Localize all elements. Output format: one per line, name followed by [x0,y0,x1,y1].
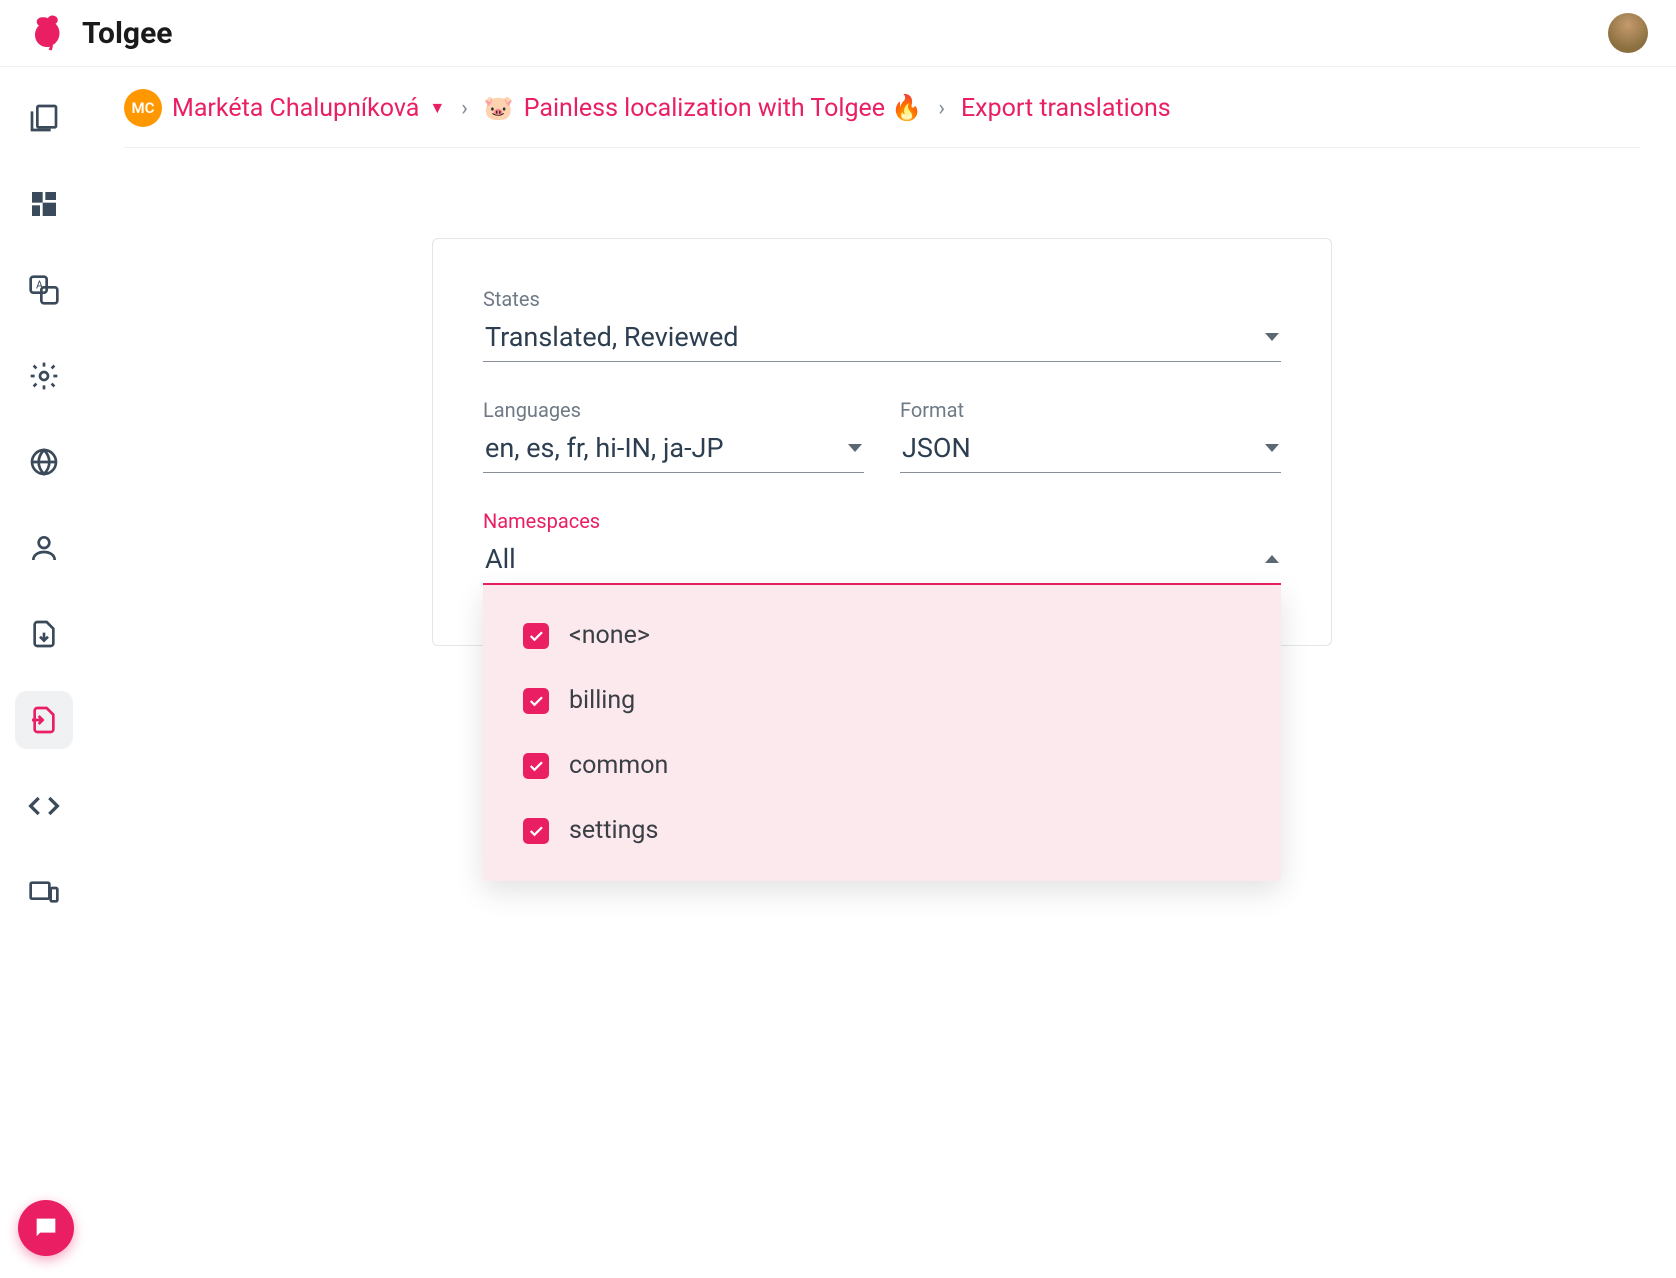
sidebar-item-devices[interactable] [15,863,73,921]
namespace-option[interactable]: common [483,733,1281,798]
sidebar-item-integrations[interactable] [15,777,73,835]
sidebar: A [0,67,88,921]
sidebar-item-languages[interactable] [15,433,73,491]
option-label: settings [569,816,658,845]
breadcrumb-page-name: Export translations [961,94,1171,123]
sidebar-item-projects[interactable] [15,89,73,147]
namespaces-select[interactable]: All [483,537,1281,585]
breadcrumb-user[interactable]: MC Markéta Chalupníková ▼ [124,89,445,127]
namespaces-dropdown: <none> billing common settings [483,585,1281,881]
checkbox-checked[interactable] [523,688,549,714]
breadcrumb-page[interactable]: Export translations [961,94,1171,123]
chevron-up-icon [1265,555,1279,563]
breadcrumb-project-name: Painless localization with Tolgee 🔥 [524,94,923,123]
person-icon [28,532,60,564]
chat-fab[interactable] [18,1200,74,1256]
code-icon [28,790,60,822]
languages-value: en, es, fr, hi-IN, ja-JP [485,432,723,464]
chevron-down-icon [1265,444,1279,452]
sidebar-item-export[interactable] [15,691,73,749]
gear-icon [28,360,60,392]
export-icon [28,704,60,736]
import-icon [28,618,60,650]
svg-text:A: A [36,279,43,292]
languages-label: Languages [483,398,864,422]
chevron-down-icon [848,444,862,452]
sidebar-item-import[interactable] [15,605,73,663]
chevron-down-icon [1265,333,1279,341]
states-select[interactable]: Translated, Reviewed [483,315,1281,362]
chevron-down-icon: ▼ [429,98,445,118]
export-form-card: States Translated, Reviewed Languages en… [432,238,1332,646]
languages-select[interactable]: en, es, fr, hi-IN, ja-JP [483,426,864,473]
sidebar-item-settings[interactable] [15,347,73,405]
checkbox-checked[interactable] [523,818,549,844]
namespaces-value: All [485,543,516,575]
app-header: Tolgee [0,0,1676,67]
user-avatar[interactable] [1608,13,1648,53]
app-name: Tolgee [82,16,172,51]
breadcrumb-separator: › [461,96,468,121]
option-label: common [569,751,668,780]
states-label: States [483,287,1281,311]
format-label: Format [900,398,1281,422]
field-states: States Translated, Reviewed [483,287,1281,362]
checkbox-checked[interactable] [523,623,549,649]
logo[interactable]: Tolgee [28,12,172,54]
format-value: JSON [902,432,971,464]
devices-icon [28,876,60,908]
field-format: Format JSON [900,398,1281,473]
chat-icon [32,1214,60,1242]
states-value: Translated, Reviewed [485,321,739,353]
namespace-option[interactable]: billing [483,668,1281,733]
projects-icon [28,102,60,134]
dashboard-icon [28,188,60,220]
field-languages: Languages en, es, fr, hi-IN, ja-JP [483,398,864,473]
translate-icon: A [28,274,60,306]
sidebar-item-translations[interactable]: A [15,261,73,319]
format-select[interactable]: JSON [900,426,1281,473]
option-label: billing [569,686,635,715]
option-label: <none> [569,621,650,650]
namespaces-label: Namespaces [483,509,1281,533]
sidebar-item-members[interactable] [15,519,73,577]
globe-icon [28,446,60,478]
project-emoji: 🐷 [484,94,514,122]
user-initials-badge: MC [124,89,162,127]
tolgee-logo-icon [28,12,70,54]
breadcrumb-separator: › [938,96,945,121]
checkbox-checked[interactable] [523,753,549,779]
breadcrumb-user-name: Markéta Chalupníková [172,94,419,123]
field-namespaces: Namespaces All [483,509,1281,585]
breadcrumb: MC Markéta Chalupníková ▼ › 🐷 Painless l… [124,89,1640,148]
breadcrumb-project[interactable]: 🐷 Painless localization with Tolgee 🔥 [484,94,923,123]
namespace-option[interactable]: <none> [483,603,1281,668]
namespace-option[interactable]: settings [483,798,1281,863]
main-content: MC Markéta Chalupníková ▼ › 🐷 Painless l… [88,67,1676,921]
sidebar-item-dashboard[interactable] [15,175,73,233]
